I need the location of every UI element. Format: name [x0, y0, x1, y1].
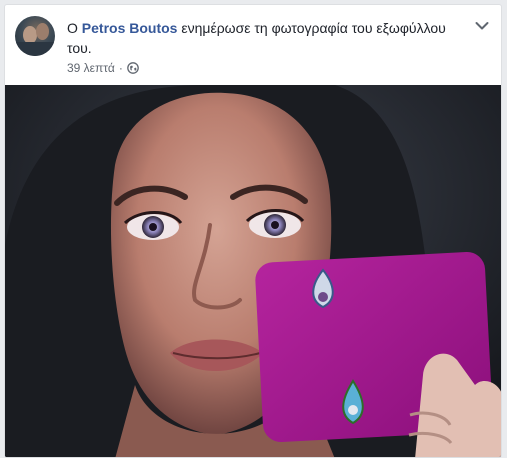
headline-prefix: Ο [67, 20, 78, 36]
post-meta: 39 λεπτά · [67, 61, 139, 75]
author-avatar[interactable] [15, 16, 55, 56]
post-headline: Ο Petros Boutos ενημέρωσε τη φωτογραφία … [67, 18, 457, 58]
author-name-link[interactable]: Petros Boutos [82, 20, 178, 36]
post-header: Ο Petros Boutos ενημέρωσε τη φωτογραφία … [5, 5, 501, 85]
cover-photo[interactable] [5, 85, 502, 458]
post-card: Ο Petros Boutos ενημέρωσε τη φωτογραφία … [4, 4, 502, 458]
chevron-down-icon[interactable] [475, 21, 489, 31]
meta-separator: · [118, 61, 123, 75]
globe-icon[interactable] [126, 62, 139, 74]
post-timestamp[interactable]: 39 λεπτά [67, 61, 115, 75]
